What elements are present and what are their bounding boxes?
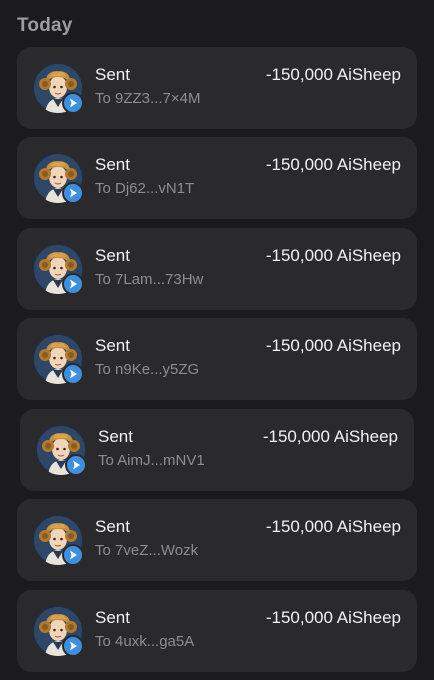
transaction-amount: -150,000 AiSheep xyxy=(262,427,398,446)
transaction-card[interactable]: Sent To 7veZ...Wozk -150,000 AiSheep xyxy=(17,499,417,581)
transaction-amount: -150,000 AiSheep xyxy=(265,246,401,265)
transaction-card[interactable]: Sent To 7Lam...73Hw -150,000 AiSheep xyxy=(17,228,417,310)
activity-page: Today Sent To 9ZZ3...7×4M -150,000 AiShe… xyxy=(0,0,434,680)
transaction-card[interactable]: Sent To n9Ke...y5ZG -150,000 AiSheep xyxy=(17,318,417,400)
transaction-title: Sent xyxy=(98,427,133,446)
transaction-recipient: To Dj62...vN1T xyxy=(95,180,195,197)
transaction-amount: -150,000 AiSheep xyxy=(265,65,401,84)
transaction-recipient: To 9ZZ3...7×4M xyxy=(95,90,201,107)
transaction-title: Sent xyxy=(95,517,130,536)
send-arrow-icon xyxy=(62,273,84,295)
transaction-amount: -150,000 AiSheep xyxy=(265,517,401,536)
send-arrow-icon xyxy=(62,92,84,114)
transaction-recipient: To 4uxk...ga5A xyxy=(95,633,195,650)
send-arrow-icon xyxy=(62,363,84,385)
send-arrow-icon xyxy=(62,182,84,204)
send-arrow-icon xyxy=(65,454,87,476)
transaction-title: Sent xyxy=(95,65,130,84)
avatar xyxy=(33,153,84,204)
avatar xyxy=(33,334,84,385)
transaction-title: Sent xyxy=(95,246,130,265)
transaction-amount: -150,000 AiSheep xyxy=(265,336,401,355)
send-arrow-icon xyxy=(62,544,84,566)
transaction-recipient: To 7Lam...73Hw xyxy=(95,271,204,288)
send-arrow-icon xyxy=(62,635,84,657)
transaction-title: Sent xyxy=(95,608,130,627)
transaction-list: Sent To 9ZZ3...7×4M -150,000 AiSheep Sen… xyxy=(0,0,434,680)
transaction-recipient: To 7veZ...Wozk xyxy=(95,542,199,559)
transaction-card[interactable]: Sent To Dj62...vN1T -150,000 AiSheep xyxy=(17,137,417,219)
transaction-recipient: To AimJ...mNV1 xyxy=(98,452,205,469)
avatar xyxy=(33,515,84,566)
avatar xyxy=(33,63,84,114)
transaction-amount: -150,000 AiSheep xyxy=(265,608,401,627)
transaction-amount: -150,000 AiSheep xyxy=(265,155,401,174)
avatar xyxy=(33,606,84,657)
transaction-recipient: To n9Ke...y5ZG xyxy=(95,361,200,378)
avatar xyxy=(36,425,87,476)
transaction-title: Sent xyxy=(95,336,130,355)
transaction-card[interactable]: Sent To 9ZZ3...7×4M -150,000 AiSheep xyxy=(17,47,417,129)
avatar xyxy=(33,244,84,295)
transaction-card[interactable]: Sent To 4uxk...ga5A -150,000 AiSheep xyxy=(17,590,417,672)
transaction-card[interactable]: Sent To AimJ...mNV1 -150,000 AiSheep xyxy=(20,409,414,491)
transaction-title: Sent xyxy=(95,155,130,174)
